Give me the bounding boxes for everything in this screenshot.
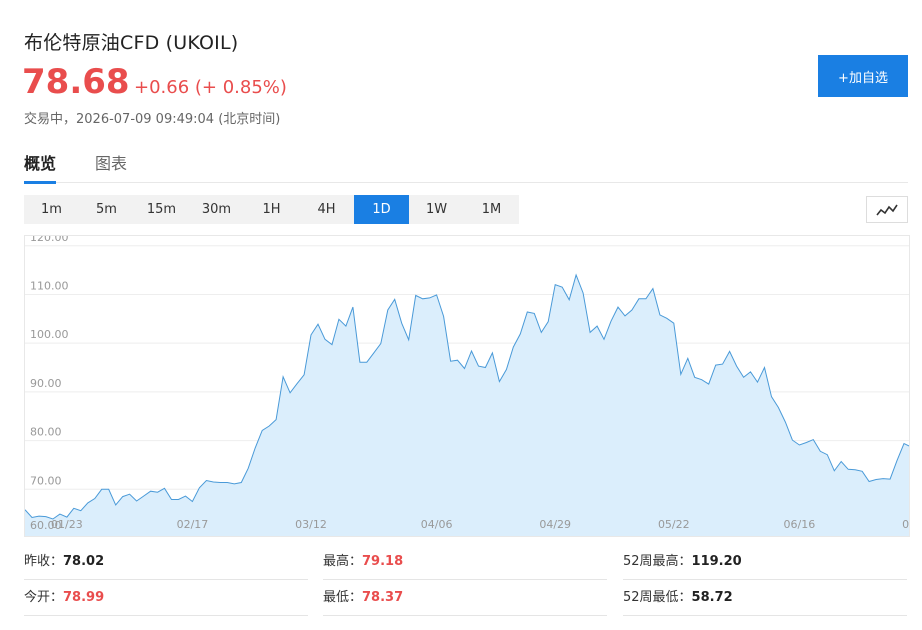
tab-overview[interactable]: 概览: [24, 150, 57, 184]
add-watchlist-button[interactable]: +加自选: [818, 55, 908, 97]
price-change: +0.66 (+ 0.85%): [134, 77, 287, 98]
stat-52w-high: 52周最高：119.20: [623, 548, 907, 580]
stat-high: 最高：79.18: [323, 548, 607, 580]
y-tick-label: 80.00: [30, 426, 62, 439]
stat-value: 119.20: [691, 554, 742, 569]
instrument-title: 布伦特原油CFD (UKOIL): [24, 32, 239, 54]
x-tick-label: 07/09: [902, 518, 910, 531]
period-15m[interactable]: 15m: [134, 195, 189, 224]
stat-label: 今开：: [24, 590, 64, 605]
stat-prev-close: 昨收：78.02: [24, 548, 308, 580]
period-5m[interactable]: 5m: [79, 195, 134, 224]
line-chart-icon: [876, 204, 898, 215]
trading-status: 交易中，2026-07-09 09:49:04 (北京时间): [24, 112, 281, 127]
stat-value: 78.02: [63, 554, 105, 569]
current-price: 78.68: [22, 62, 130, 102]
x-tick-label: 02/17: [177, 518, 209, 531]
stat-52w-low: 52周最低：58.72: [623, 584, 907, 616]
stat-open: 今开：78.99: [24, 584, 308, 616]
period-4h[interactable]: 4H: [299, 195, 354, 224]
stats-row: 今开：78.99 最低：78.37 52周最低：58.72: [24, 584, 908, 620]
period-selector: 1m 5m 15m 30m 1H 4H 1D 1W 1M: [24, 195, 519, 224]
price-chart-svg: 60.0070.0080.0090.00100.00110.00120.0001…: [25, 236, 910, 536]
y-tick-label: 110.00: [30, 279, 69, 292]
y-tick-label: 120.00: [30, 236, 69, 244]
period-1m[interactable]: 1m: [24, 195, 79, 224]
x-tick-label: 04/29: [539, 518, 571, 531]
x-tick-label: 01/23: [51, 518, 83, 531]
y-tick-label: 100.00: [30, 328, 69, 341]
stat-label: 最低：: [323, 590, 363, 605]
period-30m[interactable]: 30m: [189, 195, 244, 224]
y-tick-label: 90.00: [30, 377, 62, 390]
period-1w[interactable]: 1W: [409, 195, 464, 224]
period-1mo[interactable]: 1M: [464, 195, 519, 224]
stats-row: 昨收：78.02 最高：79.18 52周最高：119.20: [24, 548, 908, 584]
stat-value: 58.72: [691, 590, 733, 605]
stat-label: 昨收：: [24, 554, 64, 569]
stats-panel: 昨收：78.02 最高：79.18 52周最高：119.20 今开：78.99 …: [24, 548, 908, 620]
chart-type-button[interactable]: [866, 196, 908, 223]
stat-value: 78.99: [63, 590, 105, 605]
x-tick-label: 03/12: [295, 518, 327, 531]
stat-value: 78.37: [362, 590, 404, 605]
tab-chart[interactable]: 图表: [95, 150, 127, 183]
stat-label: 52周最高：: [623, 554, 692, 569]
x-tick-label: 04/06: [421, 518, 453, 531]
period-1h[interactable]: 1H: [244, 195, 299, 224]
period-1d[interactable]: 1D: [354, 195, 409, 224]
main-tabs: 概览 图表: [24, 150, 908, 184]
y-tick-label: 70.00: [30, 474, 62, 487]
stat-label: 最高：: [323, 554, 363, 569]
price-chart[interactable]: 60.00 70.00 80.00 90.00 100.00 110.00 120.00 01…: [24, 235, 910, 537]
x-tick-label: 05/22: [658, 518, 690, 531]
x-tick-label: 06/16: [784, 518, 816, 531]
stat-low: 最低：78.37: [323, 584, 607, 616]
stat-label: 52周最低：: [623, 590, 692, 605]
stat-value: 79.18: [362, 554, 404, 569]
